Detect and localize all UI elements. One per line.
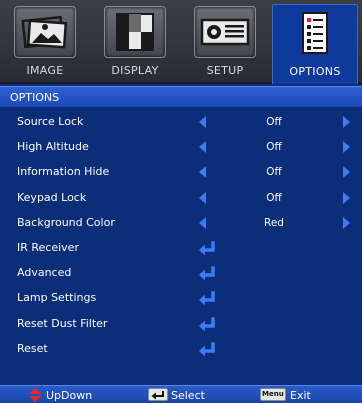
updown-hint: UpDown xyxy=(46,389,93,402)
select-hint: Select xyxy=(171,389,205,402)
menu-item-high-altitude[interactable]: High Altitude Off xyxy=(0,135,362,160)
menu-item-information-hide[interactable]: Information Hide Off xyxy=(0,160,362,185)
enter-icon[interactable] xyxy=(198,291,218,307)
menu-item-label: Background Color xyxy=(17,215,115,229)
tab-bar: IMAGE DISPLAY SETUP OPTIONS xyxy=(0,0,362,84)
arrow-left-icon[interactable] xyxy=(199,216,206,229)
menu-item-label: Keypad Lock xyxy=(17,190,87,204)
enter-key-icon xyxy=(148,388,168,401)
display-icon xyxy=(104,6,166,58)
enter-icon[interactable] xyxy=(198,316,218,333)
menu-item-label: High Altitude xyxy=(17,140,89,154)
enter-icon[interactable] xyxy=(198,266,218,282)
menu-item-ir-receiver[interactable]: IR Receiver xyxy=(0,236,362,261)
menu-item-value: Off xyxy=(266,166,282,179)
tab-options-label: OPTIONS xyxy=(289,65,341,78)
menu-item-label: Advanced xyxy=(17,266,72,280)
arrow-left-icon[interactable] xyxy=(199,141,206,154)
menu-title: OPTIONS xyxy=(10,91,60,104)
arrow-right-icon[interactable] xyxy=(343,116,350,128)
options-menu-list: Source Lock Off High Altitude Off Inform… xyxy=(0,110,362,362)
tab-options[interactable]: OPTIONS xyxy=(272,4,358,84)
menu-item-label: Reset Dust Filter xyxy=(17,316,108,330)
menu-item-value: Off xyxy=(266,141,282,154)
exit-hint: Exit xyxy=(290,389,311,402)
menu-item-label: IR Receiver xyxy=(17,240,79,254)
osd-menu: IMAGE DISPLAY SETUP OPTIONS OPTIONS Sour… xyxy=(0,0,362,403)
arrow-right-icon[interactable] xyxy=(343,141,350,154)
menu-key-label: Menu xyxy=(262,390,284,398)
menu-item-label: Information Hide xyxy=(17,165,110,179)
arrow-right-icon[interactable] xyxy=(343,191,350,204)
tab-display[interactable]: DISPLAY xyxy=(92,4,178,82)
menu-item-source-lock[interactable]: Source Lock Off xyxy=(0,110,362,135)
arrow-left-icon[interactable] xyxy=(199,191,206,204)
tab-image-label: IMAGE xyxy=(26,64,64,77)
enter-icon[interactable] xyxy=(198,341,218,358)
menu-item-advanced[interactable]: Advanced xyxy=(0,261,362,286)
updown-icon xyxy=(29,388,41,402)
menu-key-icon: Menu xyxy=(260,388,286,401)
arrow-left-icon[interactable] xyxy=(199,116,206,128)
menu-item-label: Lamp Settings xyxy=(17,291,97,305)
menu-item-lamp-settings[interactable]: Lamp Settings xyxy=(0,286,362,311)
image-icon xyxy=(14,6,76,58)
menu-item-background-color[interactable]: Background Color Red xyxy=(0,211,362,236)
menu-item-keypad-lock[interactable]: Keypad Lock Off xyxy=(0,186,362,211)
menu-item-label: Source Lock xyxy=(17,115,84,128)
menu-title-bar: OPTIONS xyxy=(0,86,362,108)
menu-item-value: Off xyxy=(266,191,282,204)
projector-icon xyxy=(194,6,256,58)
options-icon xyxy=(284,7,346,59)
arrow-left-icon[interactable] xyxy=(199,166,206,179)
arrow-right-icon[interactable] xyxy=(343,216,350,229)
menu-item-reset[interactable]: Reset xyxy=(0,337,362,362)
tab-setup[interactable]: SETUP xyxy=(182,4,268,82)
arrow-right-icon[interactable] xyxy=(343,166,350,179)
tab-image[interactable]: IMAGE xyxy=(2,4,88,82)
menu-item-label: Reset xyxy=(17,341,48,355)
enter-icon[interactable] xyxy=(198,241,218,257)
footer-hint-bar: UpDown Select Menu Exit xyxy=(0,385,362,403)
menu-item-value: Red xyxy=(264,216,284,229)
tab-setup-label: SETUP xyxy=(206,64,244,77)
menu-item-reset-dust-filter[interactable]: Reset Dust Filter xyxy=(0,312,362,337)
menu-item-value: Off xyxy=(266,116,282,128)
tab-display-label: DISPLAY xyxy=(111,64,159,77)
